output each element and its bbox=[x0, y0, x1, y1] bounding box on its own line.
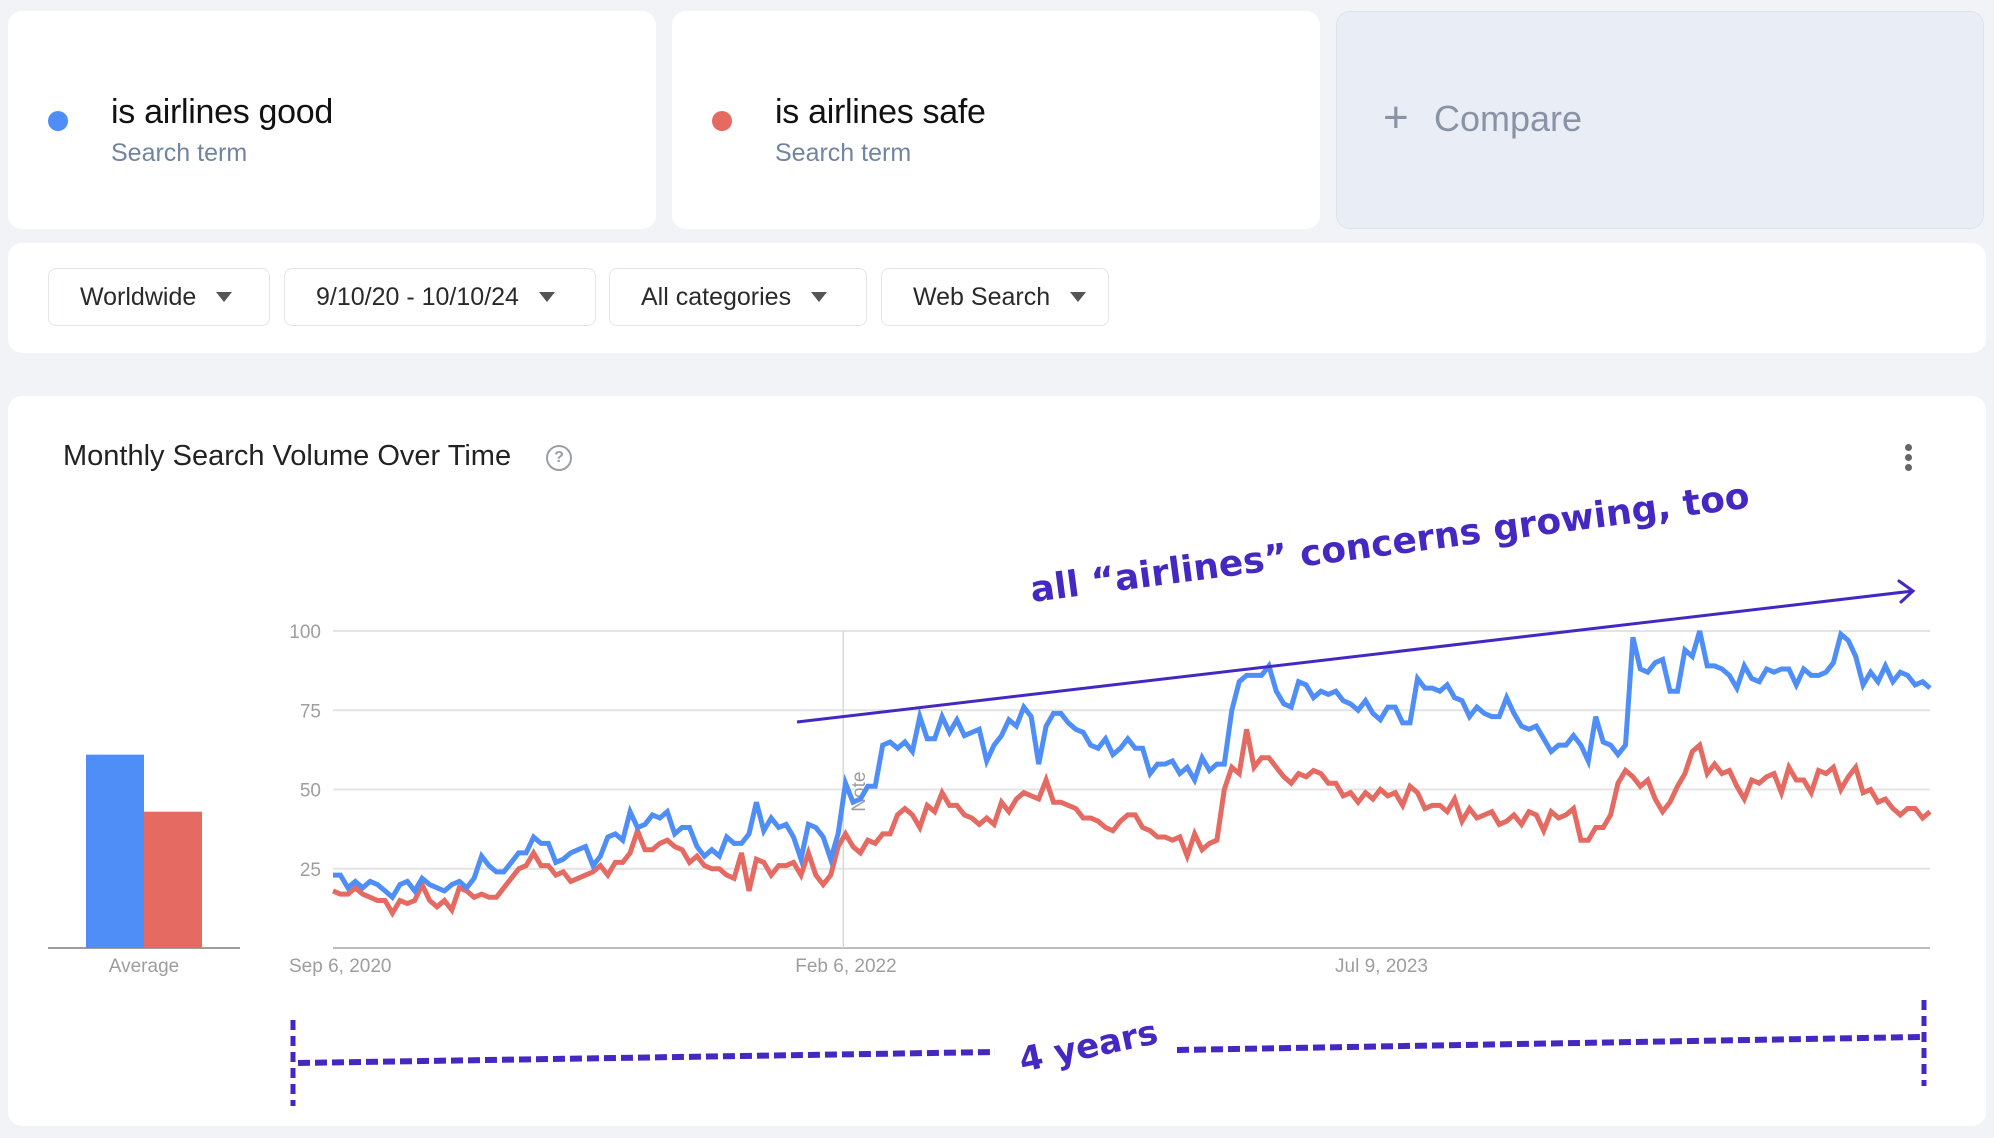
span-dashed-line-left bbox=[297, 1049, 996, 1066]
span-dashed-line-right bbox=[1176, 1034, 1921, 1053]
x-tick-label: Feb 6, 2022 bbox=[795, 956, 896, 977]
y-tick-label: 100 bbox=[289, 622, 321, 643]
average-bar-safe bbox=[144, 811, 202, 948]
average-label: Average bbox=[109, 956, 179, 977]
span-annotation-text: 4 years bbox=[1016, 1012, 1162, 1080]
series-line-safe bbox=[332, 728, 1932, 919]
y-tick-label: 75 bbox=[300, 701, 321, 722]
average-bar-good bbox=[86, 754, 144, 948]
y-tick-label: 25 bbox=[300, 860, 321, 881]
x-tick-label: Jul 9, 2023 bbox=[1335, 956, 1428, 977]
line-chart: Note 255075100 Sep 6, 2020 Feb 6, 2022 Jul… bbox=[48, 476, 1932, 1106]
trend-arrow-line bbox=[796, 589, 1914, 724]
trend-annotation-text: all “airlines” concerns growing, too bbox=[1028, 476, 1752, 611]
x-tick-label: Sep 6, 2020 bbox=[289, 956, 391, 977]
y-tick-label: 50 bbox=[300, 781, 321, 802]
